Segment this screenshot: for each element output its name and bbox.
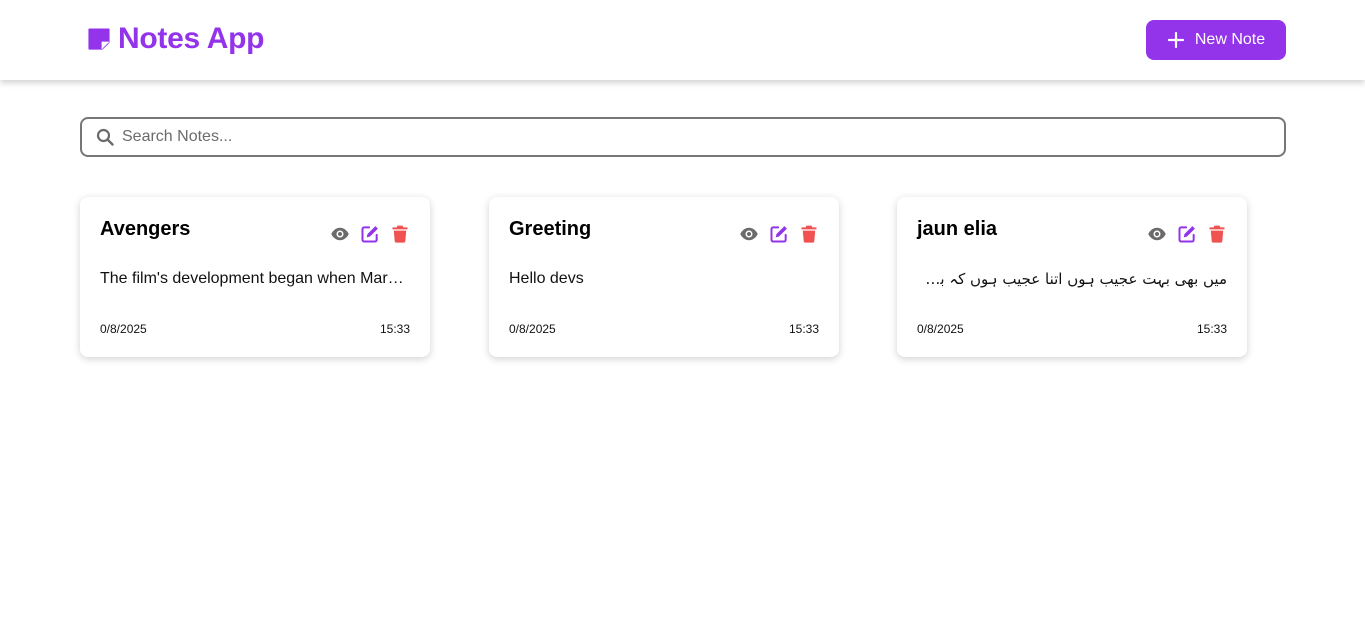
note-content: Hello devs [509,270,584,287]
edit-icon[interactable] [1177,224,1197,244]
eye-icon[interactable] [330,224,350,244]
note-title: Greeting [509,218,592,240]
sticky-note-icon [88,28,110,50]
note-card[interactable]: jaun elia میں بھی بہت عجیب ہوں اتنا عجیب… [897,197,1247,357]
note-date: 0/8/2025 [917,322,964,336]
trash-icon[interactable] [1207,224,1227,244]
note-date: 0/8/2025 [509,322,556,336]
edit-icon[interactable] [360,224,380,244]
app-logo[interactable]: Notes App [86,22,264,56]
app-title: Notes App [118,22,265,55]
edit-icon[interactable] [769,224,789,244]
note-content: The film's development began when Marvel… [100,270,410,287]
search-icon [96,128,114,146]
new-note-button[interactable]: New Note [1146,20,1286,60]
new-note-label: New Note [1194,31,1266,48]
search-box [80,117,1286,157]
note-time: 15:33 [1196,322,1227,336]
eye-icon[interactable] [1147,224,1167,244]
eye-icon[interactable] [739,224,759,244]
trash-icon[interactable] [799,224,819,244]
note-actions [739,224,819,244]
note-time: 15:33 [788,322,819,336]
plus-icon [1167,31,1184,49]
trash-icon[interactable] [390,224,410,244]
search-input[interactable] [122,119,1272,155]
note-card[interactable]: Avengers The film's development began wh… [80,197,430,357]
app-header: Notes App New Note [0,0,1365,80]
note-actions [1147,224,1227,244]
note-time: 15:33 [379,322,410,336]
note-content: میں بھی بہت عجیب ہوں اتنا عجیب ہوں کہ بس… [917,270,1227,288]
note-title: Avengers [100,218,191,240]
note-title: jaun elia [917,218,998,240]
note-date: 0/8/2025 [100,322,147,336]
note-card[interactable]: Greeting Hello devs 0/8/2025 15:33 [489,197,839,357]
note-actions [330,224,410,244]
